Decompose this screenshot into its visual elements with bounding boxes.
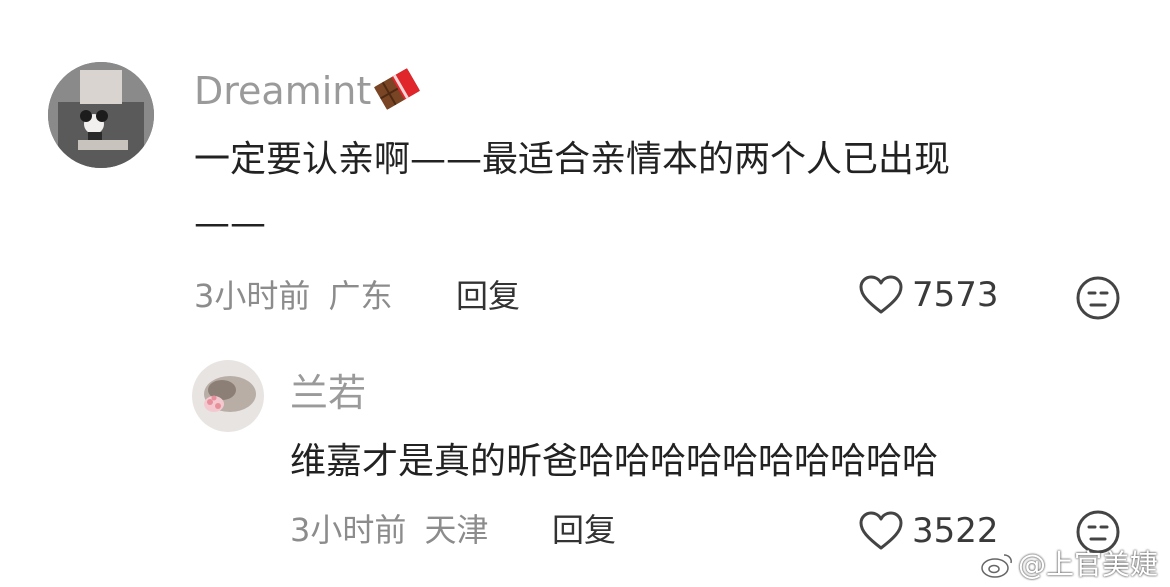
heart-icon (859, 275, 903, 314)
heart-icon (859, 511, 903, 550)
reply-like-button[interactable]: 3522 (858, 510, 999, 552)
comment-text-line2: —— (194, 203, 266, 244)
reply-time: 3小时前 天津 (290, 510, 489, 550)
comment-text-line1: 一定要认亲啊——最适合亲情本的两个人已出现 (194, 139, 951, 180)
reply-text: 维嘉才是真的昕爸哈哈哈哈哈哈哈哈哈哈 (290, 441, 939, 482)
chocolate-bar-icon (374, 68, 420, 110)
reply-reply-button[interactable]: 回复 (552, 510, 616, 550)
reply-location: 天津 (424, 511, 489, 549)
avatar-dreamint[interactable] (48, 62, 154, 168)
reply-username[interactable]: 兰若 (290, 370, 366, 416)
neutral-face-icon[interactable] (1074, 274, 1122, 322)
comment-time: 3小时前 广东 (194, 276, 393, 316)
comment-like-count: 7573 (912, 275, 999, 315)
comment-time-text: 3小时前 (194, 277, 311, 315)
avatar-lanruo[interactable] (192, 360, 264, 432)
comment-location: 广东 (328, 277, 393, 315)
reply-time-text: 3小时前 (290, 511, 407, 549)
weibo-watermark: @上官美婕 (980, 549, 1158, 581)
comment-username[interactable]: Dreamint (194, 68, 371, 114)
weibo-logo-icon (981, 554, 1012, 578)
comment-like-button[interactable]: 7573 (858, 274, 999, 316)
watermark-text: @上官美婕 (1017, 548, 1158, 581)
reply-like-count: 3522 (912, 511, 999, 551)
comment-reply-button[interactable]: 回复 (456, 276, 520, 316)
